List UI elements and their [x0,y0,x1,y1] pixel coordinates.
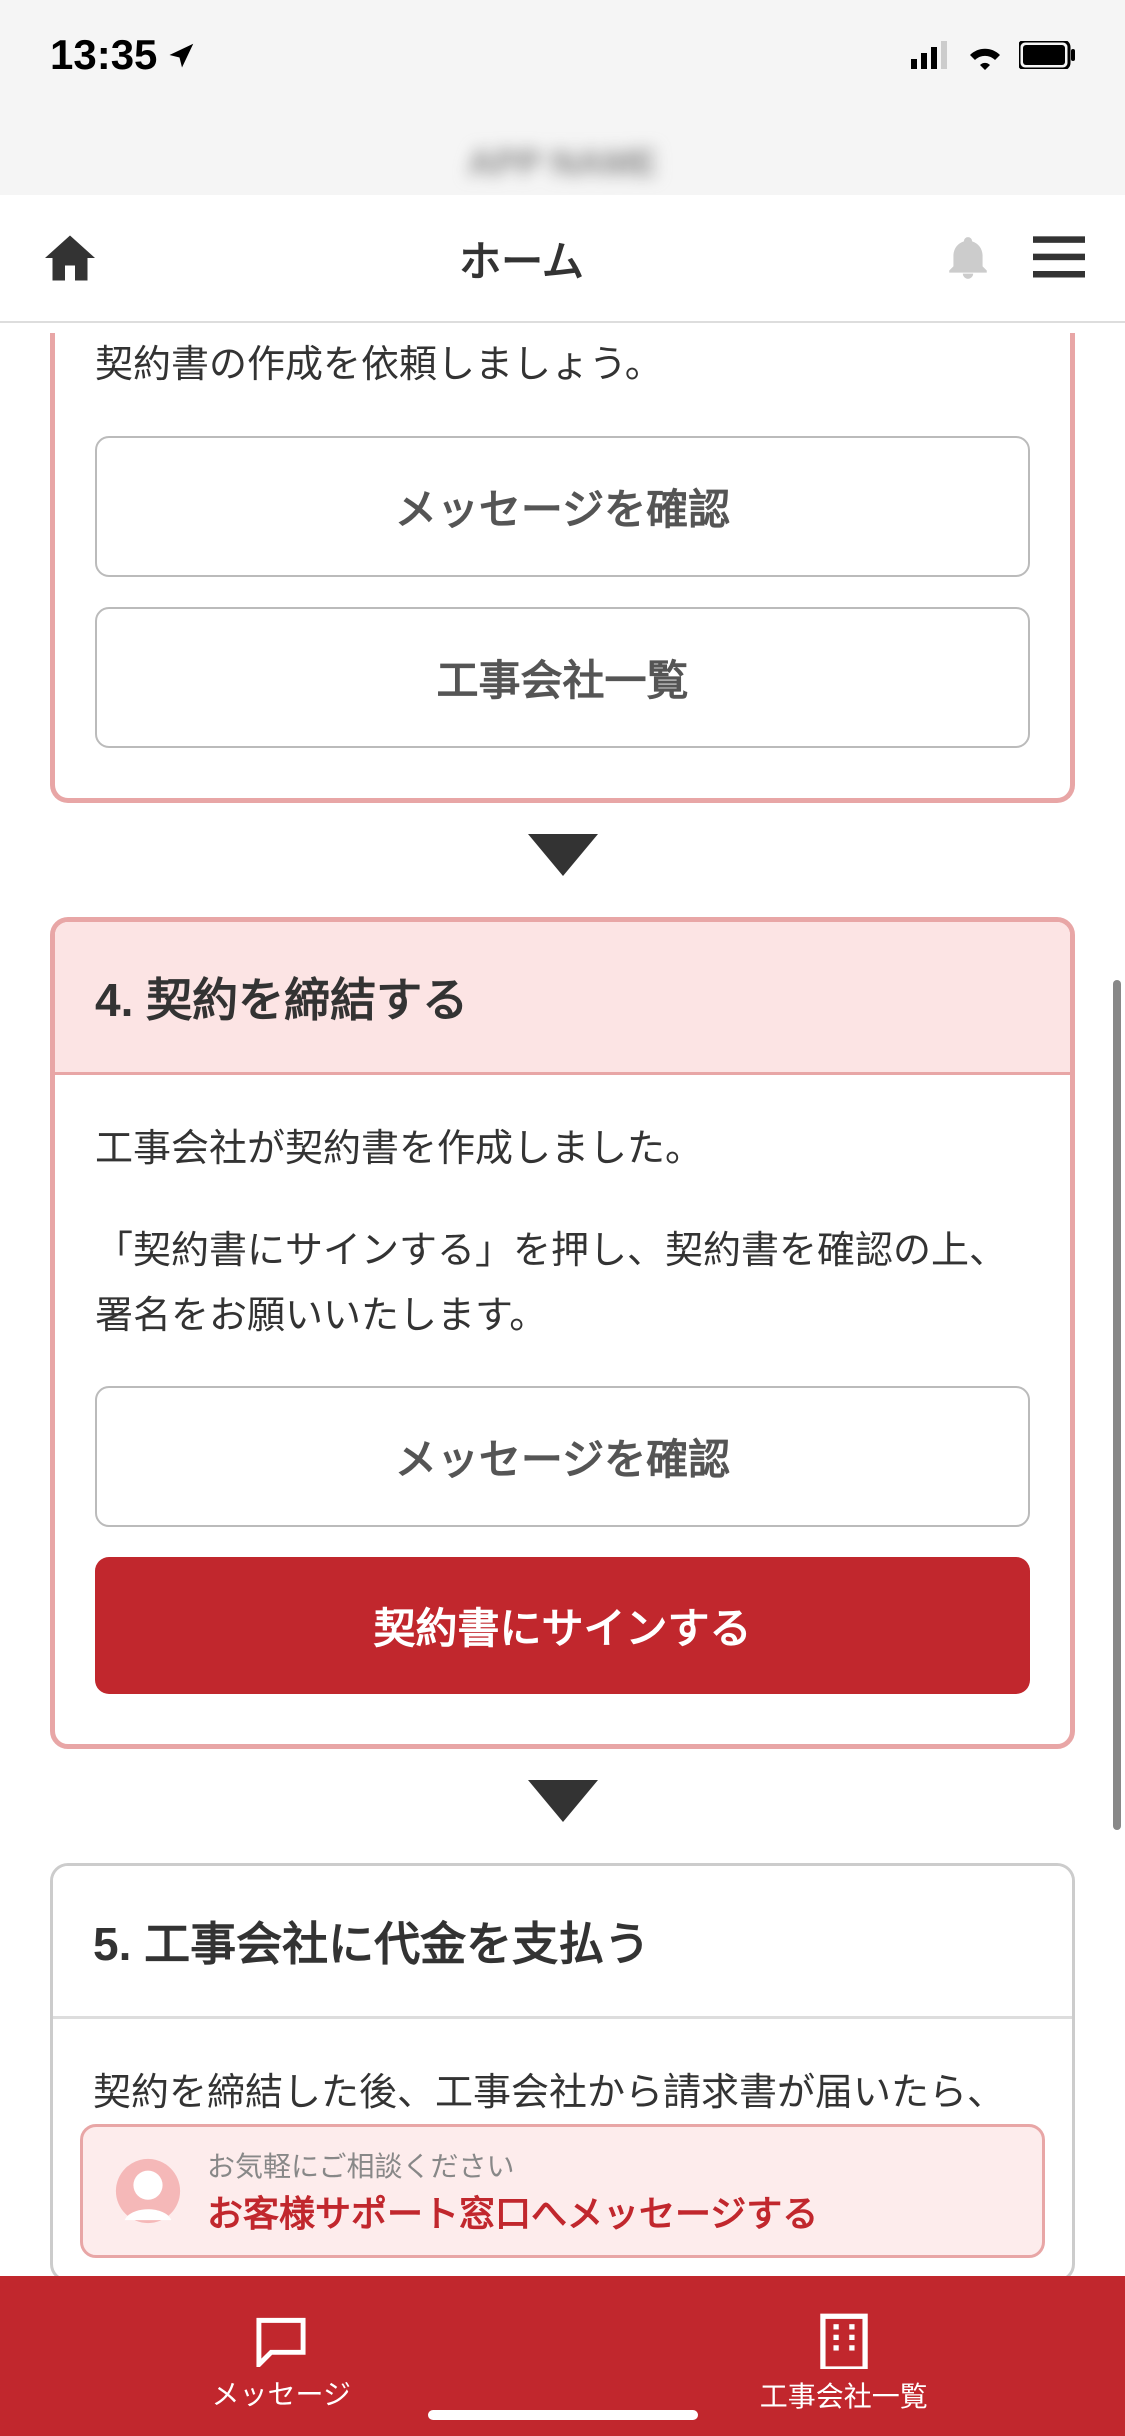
step-4-text-2: 「契約書にサインする」を押し、契約書を確認の上、署名をお願いいたします。 [95,1219,1030,1348]
support-banner[interactable]: お気軽にご相談ください お客様サポート窓口へメッセージする [80,2124,1045,2258]
support-text: お気軽にご相談ください お客様サポート窓口へメッセージする [207,2145,818,2237]
app-header: ホーム [0,195,1125,323]
status-time: 13:35 [50,31,157,79]
step-5-header: 5. 工事会社に代金を支払う [53,1866,1072,2019]
step-4-card: 4. 契約を締結する 工事会社が契約書を作成しました。 「契約書にサインする」を… [50,917,1075,1750]
step-5-title: 5. 工事会社に代金を支払う [93,1908,1032,1974]
step-3-card: 契約書の作成を依頼しましょう。 メッセージを確認 工事会社一覧 [50,333,1075,803]
location-icon [167,40,197,70]
company-list-button[interactable]: 工事会社一覧 [95,607,1030,748]
page-title: ホーム [459,228,584,289]
check-message-button-2[interactable]: メッセージを確認 [95,1386,1030,1527]
arrow-down-icon-2 [50,1779,1075,1823]
blurred-app-name: APP NAME [0,130,1125,195]
building-icon [817,2311,871,2369]
status-icons [911,40,1075,70]
nav-company-label: 工事会社一覧 [760,2375,928,2415]
menu-icon[interactable] [1033,236,1085,280]
status-bar: 13:35 [0,0,1125,130]
message-icon [251,2313,311,2367]
home-indicator[interactable] [428,2410,698,2420]
bell-icon[interactable] [943,230,993,286]
step-4-header: 4. 契約を締結する [55,922,1070,1075]
support-small-text: お気軽にご相談ください [207,2145,818,2185]
check-message-button[interactable]: メッセージを確認 [95,436,1030,577]
step-4-body: 工事会社が契約書を作成しました。 「契約書にサインする」を押し、契約書を確認の上… [55,1075,1070,1745]
step-4-title: 4. 契約を締結する [95,964,1030,1030]
wifi-icon [965,40,1005,70]
step-4-text-1: 工事会社が契約書を作成しました。 [95,1117,1030,1182]
status-time-wrap: 13:35 [50,31,197,79]
battery-icon [1019,41,1075,69]
home-icon[interactable] [40,228,100,288]
arrow-down-icon [50,833,1075,877]
nav-message-label: メッセージ [212,2373,351,2413]
bottom-nav: メッセージ 工事会社一覧 [0,2276,1125,2436]
scroll-indicator[interactable] [1113,980,1121,1830]
main-content: 契約書の作成を依頼しましょう。 メッセージを確認 工事会社一覧 4. 契約を締結… [0,323,1125,2312]
step-3-text: 契約書の作成を依頼しましょう。 [95,333,1030,398]
signal-icon [911,41,951,69]
support-avatar-icon [113,2156,183,2226]
sign-contract-button[interactable]: 契約書にサインする [95,1557,1030,1694]
support-main-text: お客様サポート窓口へメッセージする [207,2185,818,2237]
